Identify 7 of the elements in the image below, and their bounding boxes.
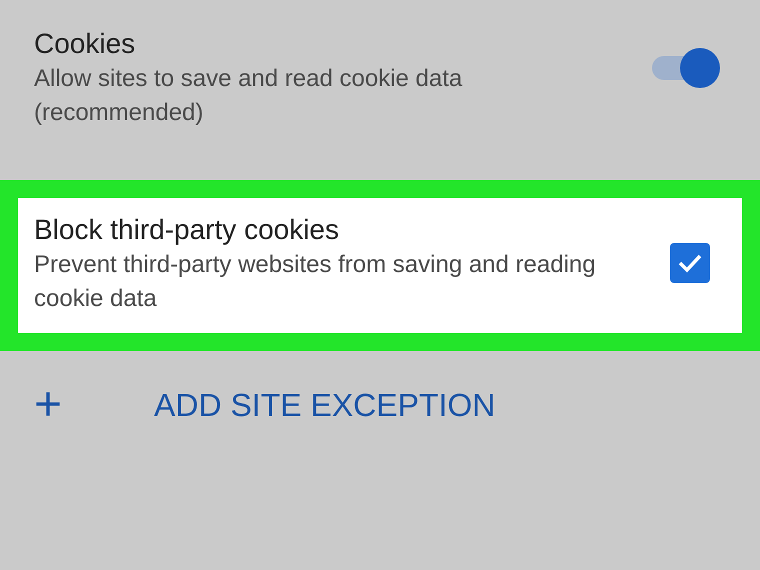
setting-description: Allow sites to save and read cookie data (recommended) <box>34 64 464 128</box>
setting-title: Block third-party cookies <box>34 212 340 247</box>
setting-title: Cookies <box>34 27 136 61</box>
setting-description: Prevent third-party websites from saving and reading cookie data <box>34 250 597 314</box>
add-site-exception-link[interactable]: ADD SITE EXCEPTION <box>154 381 496 430</box>
checkbox[interactable] <box>670 243 710 284</box>
plus-icon[interactable]: + <box>34 381 154 430</box>
